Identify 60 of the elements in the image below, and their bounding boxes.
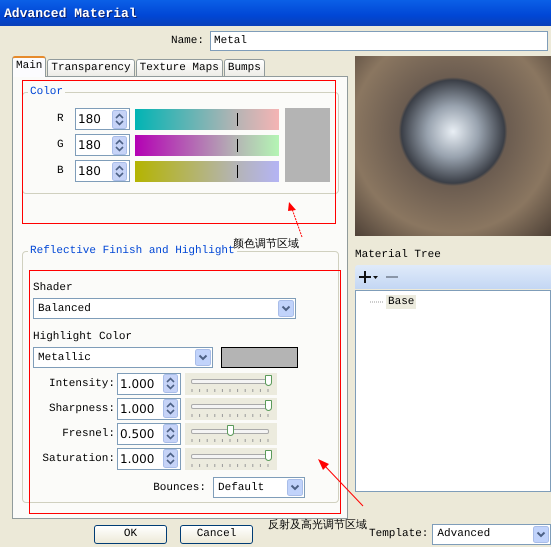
number-spinner[interactable]: 1.000 xyxy=(117,448,181,470)
spin-arrows-icon[interactable] xyxy=(163,399,178,418)
slider-thumb[interactable] xyxy=(265,374,272,386)
bounces-label: Bounces: xyxy=(153,482,206,494)
level-marker[interactable] xyxy=(236,138,238,152)
dropdown[interactable]: Metallic xyxy=(33,347,213,368)
channel-label: B xyxy=(57,165,65,177)
channel-label: G xyxy=(57,139,65,151)
name-label: Name: xyxy=(170,35,204,47)
tab[interactable]: Main xyxy=(12,56,46,77)
spin-arrows-icon[interactable] xyxy=(112,162,127,180)
number-spinner[interactable]: 180 xyxy=(75,160,130,182)
template-label: Template: xyxy=(369,528,428,540)
tree-item[interactable]: Base xyxy=(386,295,416,309)
tree-label: Material Tree xyxy=(355,249,442,263)
add-icon[interactable] xyxy=(359,271,379,283)
tab[interactable]: Bumps xyxy=(224,59,265,76)
number-spinner[interactable]: 180 xyxy=(75,134,130,156)
slider-label: Intensity: xyxy=(48,378,116,390)
name-field[interactable]: Metal xyxy=(210,31,548,51)
slider-thumb[interactable] xyxy=(265,400,272,410)
shader-label: Shader xyxy=(33,282,74,294)
slider-label: Saturation: xyxy=(41,452,116,464)
dropdown[interactable]: Balanced xyxy=(33,298,296,319)
dialog-button[interactable]: OK xyxy=(94,524,167,544)
highlight-color-label: Highlight Color xyxy=(33,331,134,343)
dropdown[interactable]: Default xyxy=(213,477,305,498)
spin-arrows-icon[interactable] xyxy=(163,374,178,393)
highlight-swatch[interactable] xyxy=(221,347,298,368)
channel-label: R xyxy=(57,113,65,125)
window-title: Advanced Material xyxy=(0,0,551,26)
spin-arrows-icon[interactable] xyxy=(112,136,127,154)
number-spinner[interactable]: 0.500 xyxy=(117,422,181,444)
color-gradient-bar[interactable] xyxy=(135,160,279,182)
number-spinner[interactable]: 1.000 xyxy=(117,372,181,394)
dialog-button[interactable]: Cancel xyxy=(180,524,253,544)
color-swatch[interactable] xyxy=(285,108,330,182)
slider[interactable] xyxy=(185,422,277,444)
spin-arrows-icon[interactable] xyxy=(163,424,178,443)
spin-arrows-icon[interactable] xyxy=(163,449,178,468)
tree-line-icon xyxy=(370,301,384,303)
level-marker[interactable] xyxy=(236,164,238,178)
slider-label: Fresnel: xyxy=(61,428,116,440)
color-gradient-bar[interactable] xyxy=(135,108,279,130)
annotation-arrow xyxy=(318,459,364,507)
number-spinner[interactable]: 180 xyxy=(75,108,130,130)
slider-thumb[interactable] xyxy=(227,424,234,436)
slider[interactable] xyxy=(185,398,277,420)
annotation-label: 反射及高光调节区域 xyxy=(268,517,367,532)
color-gradient-bar[interactable] xyxy=(135,134,279,156)
tab[interactable]: Transparency xyxy=(47,59,135,76)
number-spinner[interactable]: 1.000 xyxy=(117,398,181,420)
level-marker[interactable] xyxy=(236,112,238,126)
spin-arrows-icon[interactable] xyxy=(112,110,127,128)
tab[interactable]: Texture Maps xyxy=(136,59,223,76)
slider-label: Sharpness: xyxy=(48,402,116,414)
dropdown[interactable]: Advanced xyxy=(432,524,551,544)
slider[interactable] xyxy=(185,448,277,470)
slider-thumb[interactable] xyxy=(265,450,272,460)
slider[interactable] xyxy=(185,372,277,394)
